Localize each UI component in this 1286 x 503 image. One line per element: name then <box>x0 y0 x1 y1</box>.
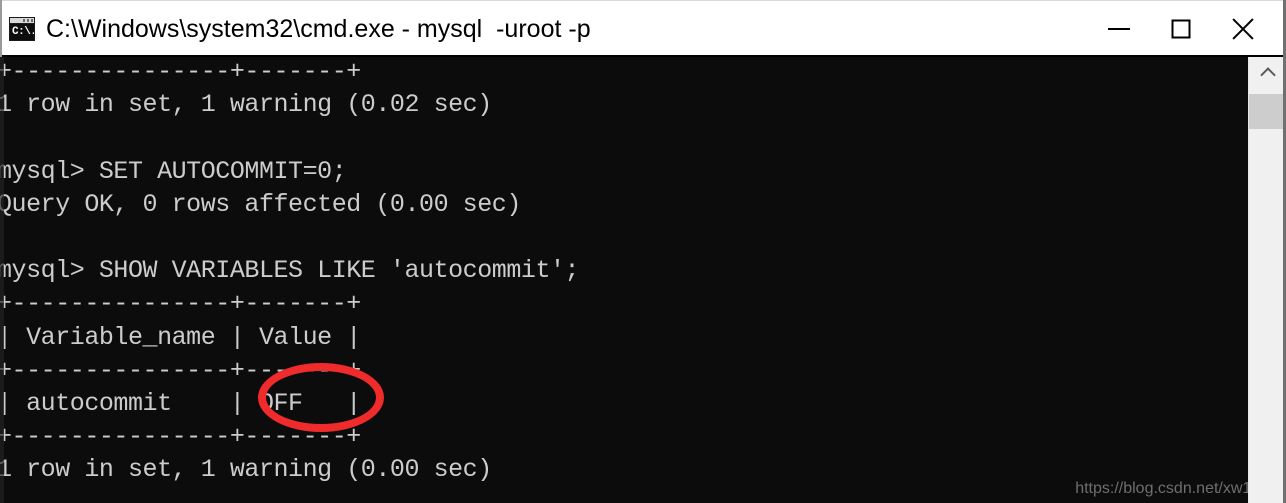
cmd-window: C:\. C:\Windows\system32\cmd.exe - mysql… <box>0 0 1286 503</box>
window-left-border <box>0 0 2 57</box>
window-titlebar[interactable]: C:\. C:\Windows\system32\cmd.exe - mysql… <box>0 0 1286 57</box>
cmd-console-icon: C:\. <box>9 17 35 41</box>
console-output-area[interactable]: +---------------+-------+ 1 row in set, … <box>0 57 1248 503</box>
icon-prompt-text: C:\. <box>10 24 35 40</box>
maximize-icon <box>1171 19 1191 39</box>
minimize-icon <box>1108 28 1130 30</box>
console-left-edge <box>0 57 4 503</box>
maximize-button[interactable] <box>1150 2 1212 57</box>
vertical-scrollbar[interactable] <box>1248 57 1286 503</box>
close-button[interactable] <box>1212 2 1274 57</box>
scroll-up-icon <box>1259 66 1276 83</box>
console-text: +---------------+-------+ 1 row in set, … <box>0 57 580 485</box>
scroll-up-button[interactable] <box>1249 57 1286 91</box>
scrollbar-thumb[interactable] <box>1249 94 1286 129</box>
minimize-button[interactable] <box>1088 2 1150 57</box>
window-title: C:\Windows\system32\cmd.exe - mysql -uro… <box>46 14 591 43</box>
